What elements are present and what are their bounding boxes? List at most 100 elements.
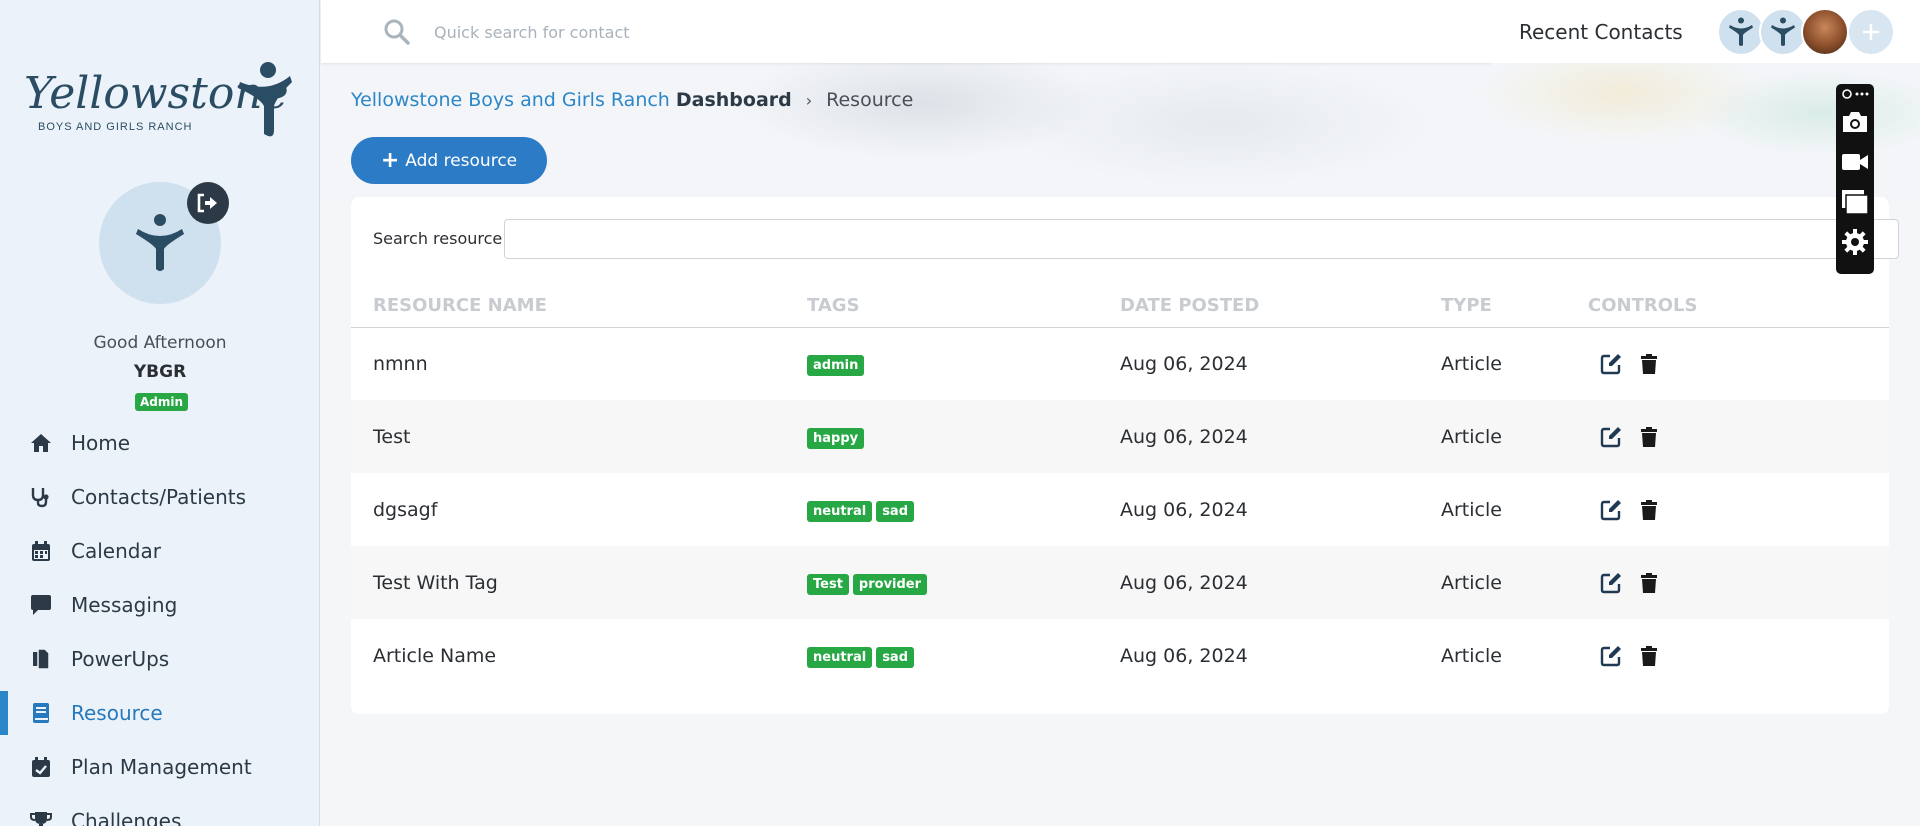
column-header-resource-name[interactable]: RESOURCE NAME [351, 285, 807, 328]
recent-contact-avatar[interactable] [1717, 8, 1765, 56]
sidebar-item-label: Challenges [71, 809, 182, 826]
trash-icon[interactable] [1637, 571, 1661, 595]
tag-badge: admin [807, 354, 865, 376]
tags-cell: neutral sad [807, 473, 1120, 546]
sidebar-item-contacts[interactable]: Contacts/Patients [0, 470, 319, 524]
recent-contacts-label: Recent Contacts [1519, 20, 1683, 44]
greeting-text: Good Afternoon [93, 333, 227, 353]
recent-contact-photo[interactable] [1801, 8, 1849, 56]
add-recent-contact-button[interactable] [1847, 8, 1895, 56]
contact-search-input[interactable] [434, 20, 934, 44]
trash-icon[interactable] [1637, 352, 1661, 376]
resource-name-cell: Test With Tag [351, 546, 807, 619]
calendar-check-icon [30, 756, 52, 778]
calendar-icon [30, 540, 52, 562]
edit-icon[interactable] [1599, 425, 1623, 449]
controls-cell [1588, 400, 1889, 473]
add-resource-button[interactable]: + Add resource [351, 137, 547, 184]
search-resource-input[interactable] [504, 219, 1899, 259]
breadcrumb-current: Resource [826, 89, 914, 111]
table-row: nmnn admin Aug 06, 2024 Article [351, 327, 1889, 400]
edit-icon[interactable] [1599, 352, 1623, 376]
trash-icon[interactable] [1637, 644, 1661, 668]
recent-contacts: Recent Contacts [1491, 0, 1920, 63]
svg-text:Yellowstone: Yellowstone [24, 68, 289, 119]
tag-badge: sad [876, 500, 915, 522]
recent-contact-avatar[interactable] [1759, 8, 1807, 56]
controls-cell [1588, 327, 1889, 400]
sidebar-item-messaging[interactable]: Messaging [0, 578, 319, 632]
sidebar-nav: Home Contacts/Patients Calendar Messagin… [0, 416, 319, 826]
ranch-person-icon [1771, 17, 1795, 46]
book-icon [30, 702, 52, 724]
breadcrumb-root-link[interactable]: Yellowstone Boys and Girls Ranch [351, 89, 670, 111]
video-camera-icon[interactable] [1841, 148, 1869, 176]
logout-button[interactable] [187, 182, 229, 224]
search-icon[interactable] [383, 18, 411, 46]
date-posted-cell: Aug 06, 2024 [1120, 644, 1248, 667]
type-cell: Article [1441, 546, 1588, 619]
sidebar-item-label: Home [71, 431, 131, 455]
table-header-row: RESOURCE NAME TAGS DATE POSTED TYPE CONT… [351, 285, 1889, 328]
sign-out-icon [197, 193, 217, 213]
resource-name-cell: Test [351, 400, 807, 473]
message-icon [30, 594, 52, 616]
tags-cell: admin [807, 327, 1120, 400]
date-posted-cell: Aug 06, 2024 [1120, 498, 1248, 521]
edit-icon[interactable] [1599, 644, 1623, 668]
top-bar [321, 0, 1491, 63]
sidebar-item-home[interactable]: Home [0, 416, 319, 470]
add-resource-label: Add resource [405, 150, 518, 171]
plus-icon: + [380, 147, 400, 173]
trash-icon[interactable] [1637, 425, 1661, 449]
tags-cell: neutral sad [807, 619, 1120, 692]
ranch-person-icon [136, 214, 184, 271]
sidebar-item-powerups[interactable]: PowerUps [0, 632, 319, 686]
chevron-right-icon: › [805, 90, 813, 110]
sidebar-item-label: Contacts/Patients [71, 485, 247, 509]
capture-toolbar-menu-icon[interactable] [1841, 86, 1869, 102]
screen-capture-icon[interactable] [1841, 188, 1869, 216]
table-row: Test happy Aug 06, 2024 Article [351, 400, 1889, 473]
column-header-tags[interactable]: TAGS [807, 285, 1120, 328]
stethoscope-icon [30, 486, 52, 508]
role-badge: Admin [135, 393, 189, 411]
edit-icon[interactable] [1599, 498, 1623, 522]
camera-icon[interactable] [1841, 108, 1869, 136]
resource-name-cell: Article Name [373, 644, 497, 667]
gear-icon[interactable] [1841, 228, 1869, 256]
tag-badge: sad [876, 646, 915, 668]
sidebar-item-calendar[interactable]: Calendar [0, 524, 319, 578]
header-watercolor-background [321, 63, 1920, 203]
resource-card: Search resource RESOURCE NAME TAGS DATE … [351, 197, 1899, 714]
controls-cell [1588, 473, 1889, 546]
date-posted-cell: Aug 06, 2024 [1120, 546, 1441, 619]
tags-cell: Test provider [807, 546, 1120, 619]
sidebar-item-resource[interactable]: Resource [0, 686, 319, 740]
tag-badge: happy [807, 427, 865, 449]
resource-name-cell: nmnn [373, 352, 428, 375]
app-logo[interactable]: Yellowstone BOYS AND GIRLS RANCH [24, 60, 296, 160]
sidebar-item-label: PowerUps [71, 647, 170, 671]
column-header-controls: CONTROLS [1588, 285, 1889, 328]
resource-table: RESOURCE NAME TAGS DATE POSTED TYPE CONT… [351, 285, 1889, 692]
sidebar-item-challenges[interactable]: Challenges [0, 794, 319, 826]
date-posted-cell: Aug 06, 2024 [1120, 352, 1248, 375]
type-cell: Article [1441, 498, 1502, 521]
tag-badge: provider [852, 573, 928, 595]
trash-icon[interactable] [1637, 498, 1661, 522]
edit-icon[interactable] [1599, 571, 1623, 595]
capture-toolbar [1836, 84, 1874, 274]
sidebar-item-plan-management[interactable]: Plan Management [0, 740, 319, 794]
sidebar-item-label: Resource [71, 701, 163, 725]
svg-text:BOYS AND GIRLS RANCH: BOYS AND GIRLS RANCH [38, 121, 192, 133]
date-posted-cell: Aug 06, 2024 [1120, 400, 1441, 473]
sidebar-item-label: Calendar [71, 539, 161, 563]
user-name: YBGR [133, 362, 187, 382]
column-header-type[interactable]: TYPE [1441, 285, 1588, 328]
breadcrumb: Yellowstone Boys and Girls Ranch Dashboa… [351, 89, 913, 111]
column-header-date-posted[interactable]: DATE POSTED [1120, 285, 1441, 328]
breadcrumb-dashboard-link[interactable]: Dashboard [676, 89, 792, 111]
controls-cell [1588, 619, 1889, 692]
resource-name-cell: dgsagf [373, 498, 438, 521]
